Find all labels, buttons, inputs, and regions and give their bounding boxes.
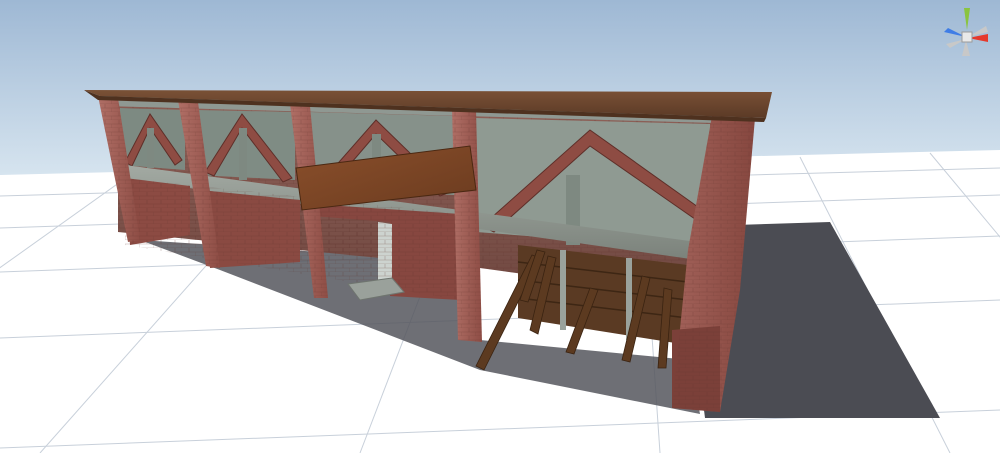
scene-viewport[interactable] xyxy=(0,0,1000,453)
gizmo-y-axis-icon[interactable] xyxy=(964,8,970,30)
gizmo-center-cube-icon[interactable] xyxy=(961,31,973,43)
scene-canvas[interactable] xyxy=(0,0,1000,453)
scene-orientation-gizmo-icon[interactable] xyxy=(938,4,994,76)
